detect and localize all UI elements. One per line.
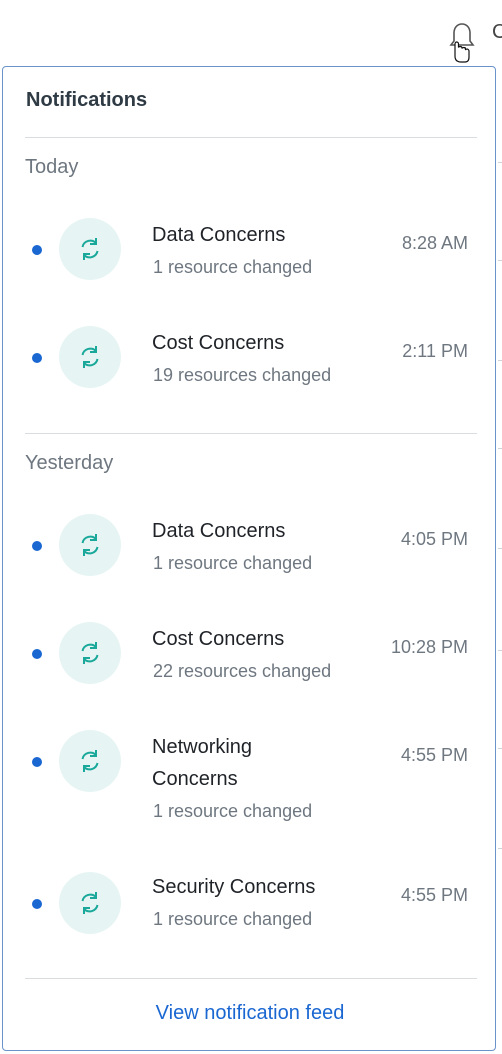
- unread-dot: [32, 541, 42, 551]
- background-divider: [498, 548, 502, 549]
- background-divider: [498, 748, 502, 749]
- sync-icon: [59, 872, 121, 934]
- notification-title: Security Concerns: [152, 876, 316, 898]
- unread-dot: [32, 757, 42, 767]
- notification-title: Data Concerns: [152, 224, 286, 246]
- panel-title: Notifications: [26, 89, 148, 111]
- background-divider: [498, 162, 502, 163]
- notification-title: Data Concerns: [152, 520, 286, 542]
- notification-time: 2:11 PM: [402, 341, 468, 361]
- notification-subtitle: 19 resources changed: [153, 365, 332, 385]
- notification-subtitle: 1 resource changed: [153, 801, 313, 821]
- notification-time: 8:28 AM: [401, 233, 468, 253]
- notification-time: 4:05 PM: [400, 529, 468, 549]
- notification-time: 4:55 PM: [400, 885, 468, 905]
- group-label-yesterday: Yesterday: [25, 452, 114, 474]
- notification-time: 4:55 PM: [400, 745, 468, 765]
- notification-subtitle: 22 resources changed: [153, 661, 332, 681]
- bell-icon[interactable]: [447, 20, 477, 64]
- notification-title: Networking Concerns: [152, 736, 253, 790]
- header-partial-text: C: [492, 21, 502, 43]
- notification-time: 10:28 PM: [390, 637, 468, 657]
- divider: [25, 978, 477, 979]
- app-viewport: C Notifications Today Data Concerns 1 re…: [0, 0, 502, 1054]
- background-divider: [498, 260, 502, 261]
- unread-dot: [32, 899, 42, 909]
- background-divider: [498, 360, 502, 361]
- unread-dot: [32, 245, 42, 255]
- notification-title: Cost Concerns: [152, 332, 285, 354]
- notification-subtitle: 1 resource changed: [153, 553, 313, 573]
- sync-icon: [59, 326, 121, 388]
- background-divider: [498, 650, 502, 651]
- divider: [25, 433, 477, 434]
- sync-icon: [59, 218, 121, 280]
- sync-icon: [59, 622, 121, 684]
- sync-icon: [59, 730, 121, 792]
- view-notification-feed-link[interactable]: View notification feed: [3, 1002, 497, 1025]
- background-divider: [498, 848, 502, 849]
- notifications-panel: Notifications Today Data Concerns 1 reso…: [2, 66, 496, 1051]
- divider: [25, 137, 477, 138]
- sync-icon: [59, 514, 121, 576]
- notification-subtitle: 1 resource changed: [153, 909, 313, 929]
- group-label-today: Today: [25, 156, 79, 178]
- unread-dot: [32, 649, 42, 659]
- notification-title: Cost Concerns: [152, 628, 285, 650]
- unread-dot: [32, 353, 42, 363]
- background-divider: [498, 448, 502, 449]
- notification-subtitle: 1 resource changed: [153, 257, 313, 277]
